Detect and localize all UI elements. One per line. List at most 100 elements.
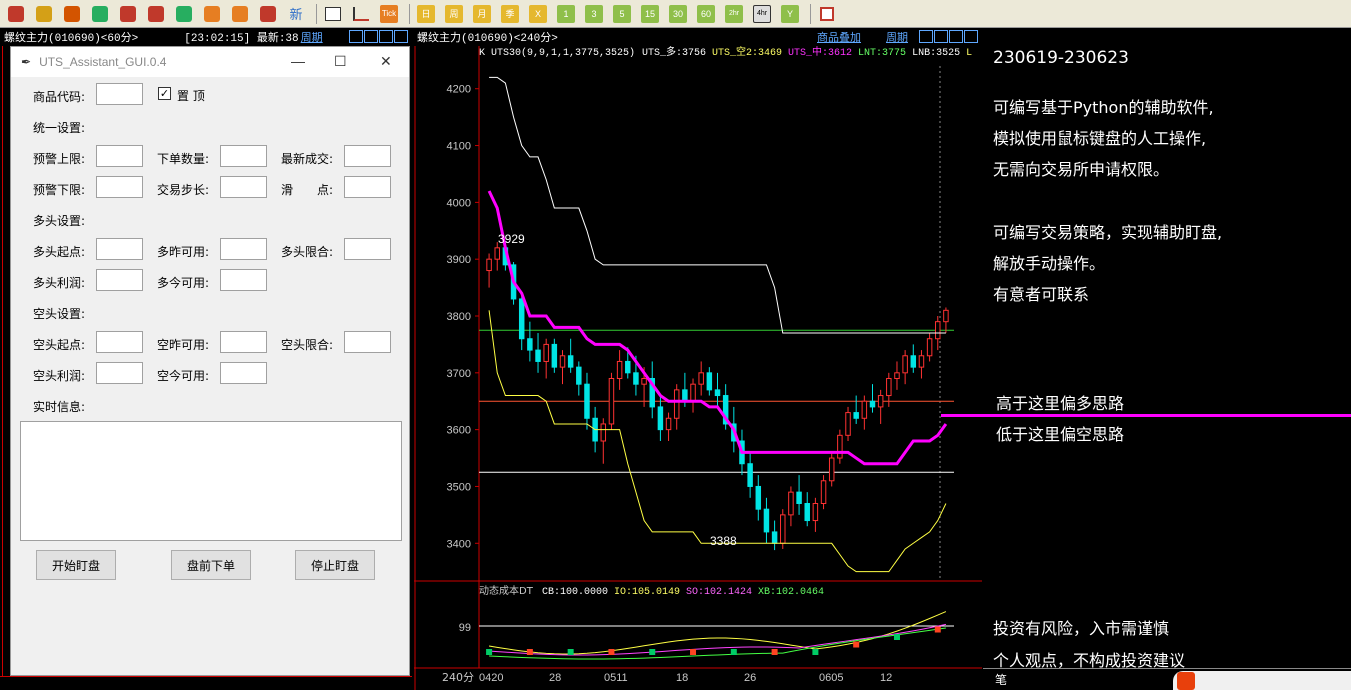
tick-button[interactable]: Tick [377, 3, 401, 25]
period-月[interactable]: 月 [470, 3, 494, 25]
candle-body [600, 423, 607, 442]
home-icon[interactable] [4, 3, 28, 25]
x-tick-label: 12 [880, 672, 892, 684]
period-日[interactable]: 日 [414, 3, 438, 25]
database-icon[interactable] [32, 3, 56, 25]
calendar-icon[interactable] [815, 3, 839, 25]
next-icon[interactable] [364, 30, 378, 43]
toolbar-separator [810, 3, 811, 24]
period-4hr[interactable]: 4hr [750, 3, 774, 25]
product-code-label: 商品代码: [33, 90, 86, 104]
x-tick-label: 26 [744, 672, 756, 684]
candle-body [543, 343, 549, 362]
restore-icon[interactable] [949, 30, 963, 43]
refresh-icon[interactable] [88, 3, 112, 25]
long-profit-input[interactable] [96, 269, 143, 291]
new-button[interactable]: 新 [284, 3, 308, 25]
minimize-icon[interactable]: — [291, 53, 305, 69]
close-icon[interactable]: ✕ [380, 53, 392, 70]
long-limit-input[interactable] [344, 238, 391, 260]
alert-lower-input[interactable] [96, 176, 143, 198]
sub-signal-marker [608, 649, 615, 655]
pin-checkbox[interactable]: ✓ [158, 87, 171, 100]
long-settings-label: 多头设置: [33, 214, 86, 228]
zoom-in-icon[interactable] [116, 3, 140, 25]
para2-line3: 有意者可联系 [993, 285, 1090, 304]
prev-icon[interactable] [919, 30, 933, 43]
pencil-icon[interactable] [200, 3, 224, 25]
zoom-out-icon[interactable] [144, 3, 168, 25]
candle-body [690, 383, 696, 402]
table-icon[interactable] [321, 3, 345, 25]
left-chart-header: 螺纹主力(010690)<60分> [23:02:15] 最新:38 周期 [0, 28, 412, 46]
period-Y[interactable]: Y [778, 3, 802, 25]
stop-monitor-button[interactable]: 停止盯盘 [295, 550, 375, 580]
below-line-text: 低于这里偏空思路 [996, 425, 1125, 444]
product-code-input[interactable] [96, 83, 143, 105]
period-30[interactable]: 30 [666, 3, 690, 25]
candle-body [698, 372, 704, 385]
preopen-order-button[interactable]: 盘前下单 [171, 550, 251, 580]
indicator-value: UTS_多:3756 [642, 46, 706, 59]
candle-body [608, 378, 615, 425]
main-period-link[interactable]: 周期 [886, 29, 908, 45]
maximize-icon[interactable]: ☐ [334, 53, 347, 70]
candle-body [706, 372, 713, 391]
short-start-input[interactable] [96, 331, 143, 353]
restore-icon[interactable] [379, 30, 393, 43]
chart-icon[interactable] [349, 3, 373, 25]
overlay-link[interactable]: 商品叠加 [817, 29, 861, 45]
tray-area [1173, 671, 1351, 690]
candle-body [861, 400, 868, 419]
short-limit-input[interactable] [344, 331, 391, 353]
filter-icon[interactable] [256, 3, 280, 25]
long-start-input[interactable] [96, 238, 143, 260]
last-trade-input[interactable] [344, 145, 391, 167]
period-label: 60 [697, 4, 715, 23]
window-icon[interactable] [172, 3, 196, 25]
short-today-avail-input[interactable] [220, 362, 267, 384]
next-icon[interactable] [934, 30, 948, 43]
app-tray-icon[interactable] [1177, 672, 1195, 690]
main-kline-chart[interactable]: 4200 4100 4000 3900 3800 3700 3600 3500 3400 动态成… [414, 46, 982, 690]
period-X[interactable]: X [526, 3, 550, 25]
maximize-icon[interactable] [964, 30, 978, 43]
period-季[interactable]: 季 [498, 3, 522, 25]
order-qty-input[interactable] [220, 145, 267, 167]
short-yest-avail-input[interactable] [220, 331, 267, 353]
realtime-info-textarea[interactable] [20, 421, 402, 541]
period-周[interactable]: 周 [442, 3, 466, 25]
sub-indicator-value: CB:100.0000 [542, 587, 608, 598]
sub-signal-marker [771, 649, 778, 655]
left-chart-window-controls [349, 30, 408, 43]
candle-body [665, 417, 672, 431]
x-axis-period: 240分 [442, 671, 474, 684]
trade-step-input[interactable] [220, 176, 267, 198]
slippage-input[interactable] [344, 176, 391, 198]
alert-lower-label: 预警下限: [33, 183, 86, 197]
start-monitor-button[interactable]: 开始盯盘 [36, 550, 116, 580]
long-yest-avail-input[interactable] [220, 238, 267, 260]
period-label: 30 [669, 4, 687, 23]
candle-body [494, 247, 500, 260]
x-tick-label: 0511 [604, 672, 628, 684]
period-label: 日 [417, 4, 435, 23]
candle-body [780, 514, 786, 544]
period-3[interactable]: 3 [582, 3, 606, 25]
short-profit-input[interactable] [96, 362, 143, 384]
period-60[interactable]: 60 [694, 3, 718, 25]
maximize-icon[interactable] [394, 30, 408, 43]
long-today-avail-input[interactable] [220, 269, 267, 291]
alert-upper-input[interactable] [96, 145, 143, 167]
period-15[interactable]: 15 [638, 3, 662, 25]
candle-body [935, 321, 941, 340]
period-5[interactable]: 5 [610, 3, 634, 25]
shape-icon[interactable] [228, 3, 252, 25]
left-chart-period-link[interactable]: 周期 [301, 29, 323, 45]
period-2hr[interactable]: 2hr [722, 3, 746, 25]
candle-body [682, 389, 688, 402]
period-1[interactable]: 1 [554, 3, 578, 25]
prev-icon[interactable] [349, 30, 363, 43]
f10-icon[interactable] [60, 3, 84, 25]
app-window: 新 Tick 日周月季 X 1 3 5 15 30 60 2hr 4hr Y 螺纹主力(010690)<… [0, 0, 1351, 690]
